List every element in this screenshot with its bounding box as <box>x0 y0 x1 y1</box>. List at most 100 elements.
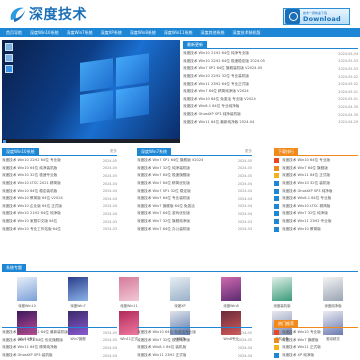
topic-thumbnail[interactable] <box>17 277 37 301</box>
news-list-item[interactable]: 深度技术 Win7 SP1 64位 旗舰装机版 V2024.05 2024-05-… <box>183 65 358 73</box>
topic-caption[interactable]: Win11正式 <box>120 336 137 341</box>
list-item-title[interactable]: 深度技术 Win7 64位 精简优化版 <box>137 181 190 186</box>
rank-item-title[interactable]: 深度技术 Win10 教育版 <box>282 227 321 232</box>
list-item-title[interactable]: 深度技术 Win7 SP1 64位 优化旗舰版 <box>2 338 63 343</box>
rank-item-title[interactable]: 深度技术 Win10 64位 专业版 <box>282 158 330 163</box>
nav-item-install[interactable]: 深度技术装机版 <box>233 30 261 36</box>
list-item-title[interactable]: 深度技术 Win7 SP1 64位 旗舰装机版 V2024.05 <box>183 66 262 71</box>
nav-item-win10[interactable]: 深度Win10系统 <box>30 30 59 36</box>
list-item-title[interactable]: 深度技术 Win11 64位 精简纯净版 <box>2 345 57 350</box>
news-list-item[interactable]: 深度技术 Win10 21H2 64位 纯净专业版 2024-05-04 <box>183 50 358 58</box>
topic-caption[interactable]: 深度Win11 <box>120 303 137 308</box>
list-item-title[interactable]: 深度技术 GhostXP SP3 装机版 <box>2 353 53 358</box>
win7-list-item[interactable]: 深度技术 Win7 64位 游戏优化版 2024-04 <box>137 210 252 218</box>
list-item-title[interactable]: 深度技术 Win10 22H2 64位 专业版 <box>2 158 61 163</box>
list-item-title[interactable]: 深度技术 Win10 64位 稳定装机版 <box>2 189 57 194</box>
list-item-title[interactable]: 深度技术 Win10 21H2 64位 纯净专业版 <box>183 51 249 56</box>
news-list-item[interactable]: 深度技术 Win10 22H2 32位 专业装机版 2024-05-02 <box>183 73 358 81</box>
list-item-title[interactable]: 深度技术 Win7 SP1 64位 旗舰版 V2024 <box>137 158 203 163</box>
list-item-title[interactable]: 深度技术 Win11 23H2 正式版 <box>137 353 186 358</box>
nav-item-xp[interactable]: 深度XP系统 <box>101 30 122 36</box>
rank-list-item[interactable]: 深度技术 Win10 64位 专业版 <box>274 157 358 165</box>
bottom-left-item[interactable]: 深度技术 Win11 64位 精简纯净版 2024-04 <box>2 344 117 352</box>
topic-caption[interactable]: 深度Win8 <box>223 303 238 308</box>
win10-list-item[interactable]: 深度技术 Win10 家庭中文版 64位 2024-03 <box>2 218 117 226</box>
win10-list-item[interactable]: 深度技术 Win10 教育版 64位 V2024 2024-04 <box>2 195 117 203</box>
win7-list-item[interactable]: 深度技术 Win7 SP1 64位 旗舰版 V2024 2024-05 <box>137 157 252 165</box>
bottom-rank-item[interactable]: 深度技术 Win11 正式版 <box>274 344 358 352</box>
rank-item-title[interactable]: 深度技术 Win7 旗舰版 <box>282 338 318 343</box>
list-item-title[interactable]: 深度技术 Win10 64位 纯净装机版 <box>2 166 57 171</box>
list-item-title[interactable]: 深度技术 Win10 64位 免激活专业版 <box>137 330 196 335</box>
bottom-middle-item[interactable]: 深度技术 Win10 64位 免激活专业版 2024-05 <box>137 329 252 337</box>
topic-card[interactable]: 深度Win8 <box>206 277 256 308</box>
list-item-title[interactable]: 深度技术 Win7 旗舰版 64位 免激活 <box>137 204 195 209</box>
list-item-title[interactable]: 深度技术 Win10 21H2 64位 纯净版 <box>2 211 61 216</box>
rank-item-title[interactable]: 深度技术 Win11 64位 正式版 <box>282 173 330 178</box>
nav-item-win11[interactable]: 深度Win11系统 <box>164 30 193 36</box>
win7-list-item[interactable]: 深度技术 Win7 64位 精简优化版 2024-04 <box>137 180 252 188</box>
bottom-middle-item[interactable]: 深度技术 Win11 23H2 正式版 2024-04 <box>137 352 252 360</box>
win7-list-item[interactable]: 深度技术 Win7 SP1 32位 稳定版 2024-04 <box>137 187 252 195</box>
rank-list-item[interactable]: 深度技术 Win8.1 64位 专业版 <box>274 195 358 203</box>
list-item-title[interactable]: 深度技术 Win7 64位 精简纯净版 V2024 <box>183 89 249 94</box>
rank-list-item[interactable]: 深度技术 Win10 教育版 <box>274 225 358 233</box>
rank-item-title[interactable]: 深度技术 Win8.1 64位 专业版 <box>282 196 331 201</box>
topic-thumbnail[interactable] <box>119 310 139 335</box>
list-item-title[interactable]: 深度技术 Win7 64位 专业装机版 <box>137 196 190 201</box>
download-button[interactable]: 技术一键快速下载 Download <box>283 8 350 25</box>
rank-item-title[interactable]: 深度技术 GhostXP SP3 纯净版 <box>282 189 333 194</box>
rank-list-item[interactable]: 深度技术 Win11 64位 正式版 <box>274 172 358 180</box>
list-item-title[interactable]: 深度技术 Win7 64位 游戏优化版 <box>137 211 190 216</box>
list-item-title[interactable]: 深度技术 GhostXP SP3 纯净装机版 <box>183 112 241 117</box>
nav-item-win8[interactable]: 深度Win8系统 <box>130 30 156 36</box>
win10-list-item[interactable]: 深度技术 Win10 22H2 64位 专业版 2024-05 <box>2 157 117 165</box>
topic-caption[interactable]: 深度Win10 <box>18 303 35 308</box>
win7-list-item[interactable]: 深度技术 Win7 64位 极速旗舰版 2024-05 <box>137 172 252 180</box>
bottom-rank-item[interactable]: 深度技术 Win7 旗舰版 <box>274 337 358 345</box>
win7-list-item[interactable]: 深度技术 Win7 32位 旗舰纯净版 2024-03 <box>137 218 252 226</box>
list-item-title[interactable]: 深度技术 Win10 企业版 64位 正式版 <box>2 204 62 209</box>
list-item-title[interactable]: 深度技术 Win7 64位 极速旗舰版 <box>137 173 190 178</box>
topic-thumbnail[interactable] <box>272 277 292 301</box>
list-item-title[interactable]: 深度技术 Win7 SP1 32位 稳定版 <box>137 189 191 194</box>
topic-thumbnail[interactable] <box>68 277 88 301</box>
news-list-item[interactable]: 深度技术 Win10 22H2 64位 极速稳定版 2024.05 2024-05… <box>183 58 358 66</box>
rank-list-item[interactable]: 深度技术 GhostXP SP3 纯净版 <box>274 187 358 195</box>
list-item-title[interactable]: 深度技术 Win7 32位 旗舰纯净版 <box>137 219 190 224</box>
topic-card[interactable]: 深度Win7 <box>53 277 103 308</box>
bottom-left-item[interactable]: 深度技术 Win10 22H2 64位 最新装机版 2024-05 <box>2 329 117 337</box>
list-item-title[interactable]: 深度技术 Win11 64位 最新纯净版 2024.04 <box>183 120 254 125</box>
rank-item-title[interactable]: 深度技术 Win7 64位 旗舰版 <box>282 166 328 171</box>
topic-thumbnail[interactable] <box>323 277 343 301</box>
topic-caption[interactable]: 深度Win7 <box>70 303 85 308</box>
list-item-title[interactable]: 深度技术 Win11 23H2 64位 专业正式版 <box>183 82 249 87</box>
win10-list-item[interactable]: 深度技术 Win10 21H2 64位 纯净版 2024-04 <box>2 210 117 218</box>
rank-item-title[interactable]: 深度技术 Win11 正式版 <box>282 345 321 350</box>
win7-list-item[interactable]: 深度技术 Win7 64位 专业装机版 2024-04 <box>137 195 252 203</box>
bottom-left-item[interactable]: 深度技术 GhostXP SP3 装机版 2024-04 <box>2 352 117 360</box>
win10-list-item[interactable]: 深度技术 Win10 LTSC 2021 精简版 2024-04 <box>2 180 117 188</box>
news-list-item[interactable]: 深度技术 Win7 64位 精简纯净版 V2024 2024-05-01 <box>183 88 358 96</box>
win10-list-item[interactable]: 深度技术 Win10 64位 纯净装机版 2024-05 <box>2 165 117 173</box>
list-item-title[interactable]: 深度技术 Win10 22H2 64位 极速稳定版 2024.05 <box>183 59 265 64</box>
topic-card[interactable]: 深度Win10 <box>2 277 52 308</box>
topic-card[interactable]: 深度Win11 <box>104 277 154 308</box>
bottom-rank-item[interactable]: 深度技术 XP 纯净版 <box>274 352 358 360</box>
list-item-title[interactable]: 深度技术 Win7 64位 办公装机版 <box>137 227 190 232</box>
list-item-title[interactable]: 深度技术 Win8.1 64位 专业纯净版 <box>183 104 239 109</box>
list-item-title[interactable]: 深度技术 Win10 教育版 64位 V2024 <box>2 196 63 201</box>
win10-list-item[interactable]: 深度技术 Win10 企业版 64位 正式版 2024-04 <box>2 203 117 211</box>
list-item-title[interactable]: 深度技术 Win7 32位 纯净装机版 <box>137 166 190 171</box>
nav-item-home[interactable]: 首页导航 <box>6 30 22 36</box>
nav-item-other[interactable]: 深度其他系统 <box>201 30 225 36</box>
news-list-item[interactable]: 深度技术 Win8.1 64位 专业纯净版 2024-04-30 <box>183 103 358 111</box>
list-item-title[interactable]: 深度技术 Win10 LTSC 2021 精简版 <box>2 181 61 186</box>
bottom-left-item[interactable]: 深度技术 Win7 SP1 64位 优化旗舰版 2024-05 <box>2 337 117 345</box>
topic-thumbnail[interactable] <box>119 277 139 301</box>
list-item-title[interactable]: 深度技术 Win8.1 64位 装机版 <box>137 345 186 350</box>
win7-list-item[interactable]: 深度技术 Win7 64位 办公装机版 2024-03 <box>137 225 252 233</box>
topic-thumbnail[interactable] <box>170 277 190 301</box>
bottom-rank-item[interactable]: 深度技术 Win10 专业版 <box>274 329 358 337</box>
rank-list-item[interactable]: 深度技术 Win11 23H2 专业版 <box>274 218 358 226</box>
